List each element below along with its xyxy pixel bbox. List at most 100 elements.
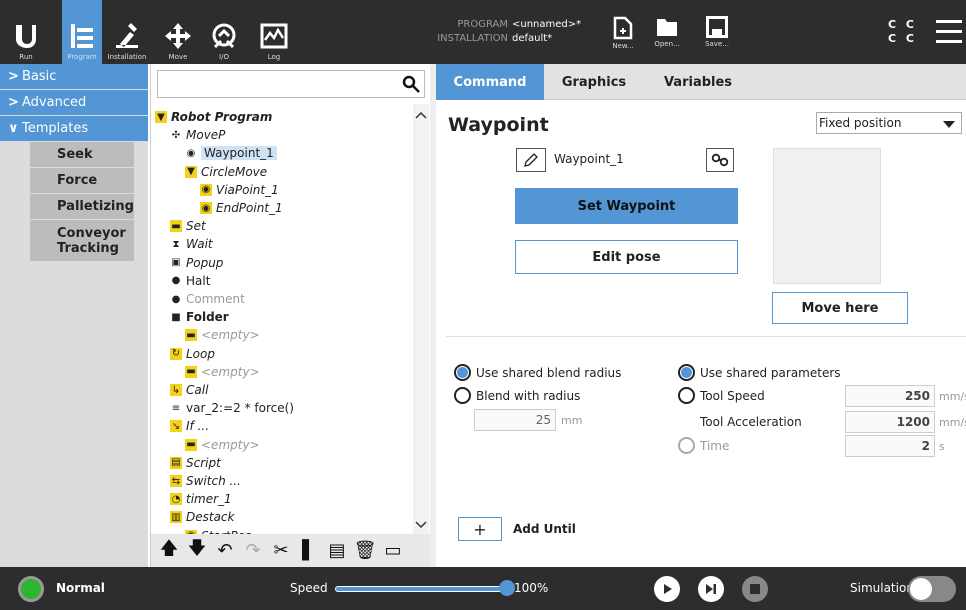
cut-icon[interactable]: ✂: [271, 540, 291, 561]
stop-button[interactable]: [742, 576, 768, 602]
template-force[interactable]: Force: [30, 168, 134, 194]
link-button[interactable]: [706, 148, 734, 172]
shared-parameters-radio[interactable]: Use shared parameters: [678, 364, 841, 381]
tree-node[interactable]: ▥ Destack: [170, 508, 234, 526]
pencil-icon: [524, 153, 538, 167]
simulation-toggle[interactable]: [908, 576, 956, 602]
chevron-down-icon: ∨: [8, 121, 19, 136]
add-until-button[interactable]: +: [458, 517, 502, 541]
tool-speed-radio[interactable]: Tool Speed: [678, 387, 765, 404]
tree-node[interactable]: ▤ Script: [170, 454, 221, 472]
scroll-up-icon[interactable]: [413, 108, 429, 122]
tree-node[interactable]: ◉ ViaPoint_1: [200, 181, 279, 199]
time-radio[interactable]: Time: [678, 437, 729, 454]
waypoint-type-select[interactable]: Fixed position: [816, 112, 962, 134]
switch-icon: ⇆: [170, 475, 182, 487]
open-button[interactable]: Open...: [646, 16, 688, 48]
radio-label: Blend with radius: [476, 388, 581, 403]
flag-icon: ▼: [155, 111, 167, 123]
nav-log[interactable]: Log: [256, 0, 292, 64]
sidebar-item-basic[interactable]: > Basic: [0, 64, 148, 90]
tree-node[interactable]: ↘ If ...: [170, 417, 209, 435]
paste-icon[interactable]: ▤: [327, 540, 347, 561]
tab-variables[interactable]: Variables: [644, 64, 752, 100]
set-waypoint-button[interactable]: Set Waypoint: [515, 188, 738, 224]
tree-node[interactable]: ■ Folder: [170, 308, 228, 326]
tree-node[interactable]: ◉ Waypoint_1: [185, 144, 277, 162]
nav-installation[interactable]: Installation: [104, 0, 150, 64]
sidebar-item-templates[interactable]: ∨ Templates: [0, 116, 148, 142]
tree-node[interactable]: ↳ Call: [170, 381, 208, 399]
speed-slider-handle[interactable]: [499, 580, 515, 596]
tree-node[interactable]: ◉StartPos: [185, 527, 251, 534]
nav-move[interactable]: Move: [160, 0, 196, 64]
play-button[interactable]: [654, 576, 680, 602]
tree-scrollbar[interactable]: [413, 104, 429, 534]
tool-speed-field[interactable]: 250: [845, 385, 935, 407]
play-icon: [664, 584, 672, 594]
tab-command[interactable]: Command: [436, 64, 544, 100]
tree-node[interactable]: ◔ timer_1: [170, 490, 232, 508]
top-bar: Run Program Installation Move I/O Log PR…: [0, 0, 966, 64]
copy-icon[interactable]: ▌: [299, 540, 319, 561]
tree-node[interactable]: ▼ Robot Program: [155, 108, 272, 126]
open-label: Open...: [654, 40, 680, 48]
hamburger-menu-icon[interactable]: [936, 20, 962, 50]
step-icon: [706, 584, 716, 594]
radio-icon: [678, 437, 695, 454]
undo-icon[interactable]: ↶: [215, 540, 235, 561]
move-up-icon[interactable]: 🡅: [159, 538, 179, 561]
tree-node[interactable]: ▬ <empty>: [185, 326, 260, 344]
tab-graphics[interactable]: Graphics: [544, 64, 644, 100]
suppress-icon[interactable]: ▭: [383, 540, 403, 561]
scroll-down-icon[interactable]: [413, 518, 429, 532]
tree-node[interactable]: ⧗ Wait: [170, 235, 212, 253]
template-seek[interactable]: Seek: [30, 142, 134, 168]
tree-node[interactable]: ● Halt: [170, 272, 211, 290]
program-tree: ▼ Robot Program ✣ MoveP ◉ Waypoint_1 ▼ CircleMo…: [151, 104, 413, 534]
popup-icon: ▣: [171, 257, 181, 269]
tree-node[interactable]: ▬ Set: [170, 217, 206, 235]
tree-node[interactable]: ⇆ Switch ...: [170, 472, 241, 490]
tree-node[interactable]: ▣ Popup: [170, 254, 223, 272]
search-input[interactable]: [157, 70, 425, 98]
stop-icon: [750, 584, 760, 594]
move-down-icon[interactable]: 🡇: [187, 538, 207, 561]
redo-icon[interactable]: ↷: [243, 540, 263, 561]
plus-icon: +: [473, 519, 487, 539]
robot-status-icon[interactable]: [18, 576, 44, 602]
blend-radius-radio[interactable]: Blend with radius: [454, 387, 580, 404]
tree-node[interactable]: ▬ <empty>: [185, 436, 260, 454]
tree-node[interactable]: ● Comment: [170, 290, 245, 308]
template-conveyor-tracking[interactable]: Conveyor Tracking: [30, 220, 134, 262]
delete-icon[interactable]: 🗑: [354, 540, 377, 561]
move-here-button[interactable]: Move here: [772, 292, 908, 324]
rename-button[interactable]: [516, 148, 546, 172]
nav-io[interactable]: I/O: [206, 0, 242, 64]
nav-program[interactable]: Program: [62, 0, 102, 64]
save-button[interactable]: Save...: [696, 16, 738, 48]
blend-radius-field[interactable]: 25: [474, 409, 556, 431]
tree-node[interactable]: ▬ <empty>: [185, 363, 260, 381]
new-button[interactable]: New...: [602, 16, 644, 50]
add-until-label: Add Until: [513, 522, 576, 536]
search-icon[interactable]: [402, 75, 420, 93]
assign-icon: ≡: [171, 402, 181, 414]
time-field[interactable]: 2: [845, 435, 935, 457]
speed-slider[interactable]: [335, 586, 505, 592]
nav-run[interactable]: Run: [8, 0, 44, 64]
step-button[interactable]: [698, 576, 724, 602]
edit-pose-button[interactable]: Edit pose: [515, 240, 738, 274]
tool-acceleration-field[interactable]: 1200: [845, 411, 935, 433]
program-info: PROGRAM <unnamed>* INSTALLATION default*: [432, 18, 581, 46]
template-palletizing[interactable]: Palletizing: [30, 194, 134, 220]
folder-icon: ■: [171, 311, 181, 323]
tree-node[interactable]: ↻ Loop: [170, 345, 215, 363]
chevron-right-icon: >: [8, 69, 19, 84]
tree-node[interactable]: ✣ MoveP: [170, 126, 226, 144]
sidebar-item-advanced[interactable]: > Advanced: [0, 90, 148, 116]
shared-blend-radio[interactable]: Use shared blend radius: [454, 364, 621, 381]
tree-node[interactable]: ◉ EndPoint_1: [200, 199, 283, 217]
tree-node[interactable]: ▼ CircleMove: [185, 163, 267, 181]
tree-node[interactable]: ≡ var_2:=2 * force(): [170, 399, 294, 417]
